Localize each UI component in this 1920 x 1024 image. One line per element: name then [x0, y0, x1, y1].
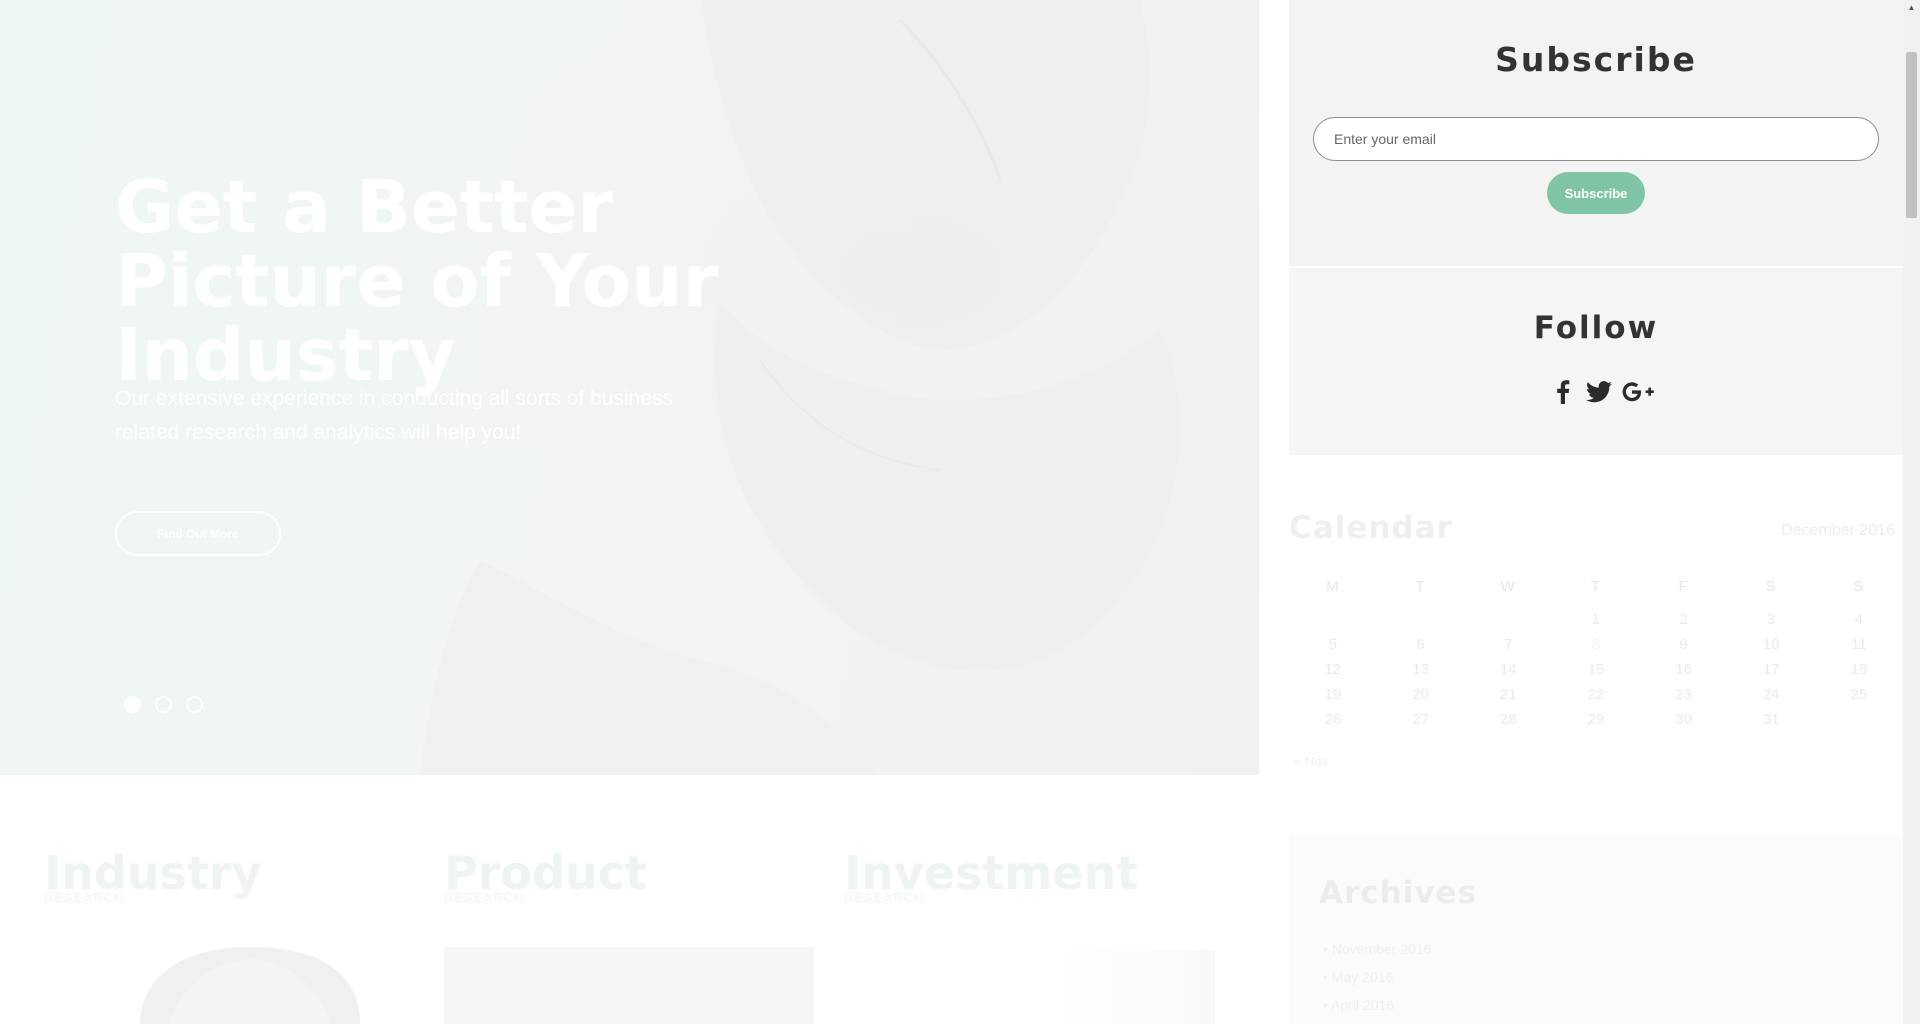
calendar-day: 18 [1850, 661, 1868, 678]
calendar-day: 27 [1412, 711, 1429, 728]
page-scrollbar[interactable]: ▲ [1903, 0, 1920, 1024]
weekday-label: T [1415, 578, 1426, 595]
calendar-day: 28 [1499, 711, 1517, 728]
industry-research-card[interactable]: Industry RESEARCH [44, 848, 262, 905]
product-card-image [444, 947, 814, 1024]
calendar-day [1289, 607, 1377, 632]
weekday-label: T [1590, 578, 1601, 595]
calendar-day: 22 [1587, 686, 1605, 703]
calendar-week-row: 1 2 3 4 [1289, 607, 1903, 632]
weekday-label: M [1326, 578, 1340, 595]
calendar-grid: M T W T F S S 1 2 3 4 5 6 7 8 9 10 11 12… [1289, 574, 1903, 732]
follow-title: Follow [1533, 310, 1659, 346]
archives-list: • November 2016 • May 2016 • April 2016 [1323, 935, 1431, 1019]
calendar-day: 31 [1762, 711, 1780, 728]
investment-card-image [1060, 950, 1215, 1024]
subscribe-widget: Subscribe Subscribe [1289, 0, 1903, 266]
calendar-day: 20 [1412, 686, 1429, 703]
calendar-day: 19 [1324, 686, 1342, 703]
slider-pagination [124, 696, 203, 713]
hero-slider: Get a Better Picture of Your Industry Ou… [0, 0, 1259, 775]
calendar-month: December 2016 [1781, 522, 1895, 539]
calendar-day [1464, 607, 1552, 632]
calendar-day: 23 [1675, 686, 1692, 703]
slide-dot-3[interactable] [186, 696, 203, 713]
weekday-label: S [1765, 578, 1777, 595]
archives-widget: Archives • November 2016 • May 2016 • Ap… [1289, 835, 1903, 1024]
product-research-card[interactable]: Product RESEARCH [444, 848, 647, 905]
weekday-label: S [1853, 578, 1865, 595]
hero-title: Get a Better Picture of Your Industry [115, 165, 718, 397]
facebook-icon[interactable] [1549, 378, 1577, 406]
page: Get a Better Picture of Your Industry Ou… [0, 0, 1920, 1024]
weekday-label: F [1678, 578, 1689, 595]
calendar-day: 29 [1587, 711, 1605, 728]
calendar-day-today: 8 [1591, 636, 1601, 653]
calendar-day: 5 [1328, 636, 1338, 653]
subscribe-button[interactable]: Subscribe [1547, 172, 1645, 214]
calendar-day: 3 [1767, 611, 1776, 628]
calendar-day: 10 [1762, 636, 1780, 653]
calendar-day: 24 [1762, 686, 1780, 703]
calendar-week-row: 12 13 14 15 16 17 18 [1289, 657, 1903, 682]
calendar-week-row: 26 27 28 29 30 31 [1289, 707, 1903, 732]
calendar-day: 11 [1851, 636, 1867, 653]
calendar-week-row: 5 6 7 8 9 10 11 [1289, 632, 1903, 657]
slide-dot-1[interactable] [124, 696, 141, 713]
calendar-day [1815, 707, 1903, 732]
calendar-day: 2 [1679, 611, 1688, 628]
calendar-day [1377, 607, 1465, 632]
calendar-day: 6 [1416, 636, 1425, 653]
calendar-day: 12 [1324, 661, 1342, 678]
calendar-title: Calendar [1289, 510, 1453, 546]
follow-widget: Follow [1289, 268, 1903, 455]
calendar-weekday-row: M T W T F S S [1289, 574, 1903, 599]
calendar-day: 14 [1499, 661, 1517, 678]
archive-link-label: November 2016 [1331, 941, 1432, 957]
calendar-prev-month-link[interactable]: « Nov [1294, 754, 1328, 769]
calendar-week-row: 19 20 21 22 23 24 25 [1289, 682, 1903, 707]
calendar-day: 30 [1675, 711, 1692, 728]
calendar-day: 4 [1854, 611, 1864, 628]
archive-link-label: May 2016 [1331, 969, 1394, 985]
twitter-icon[interactable] [1585, 378, 1613, 406]
scroll-up-arrow-icon[interactable]: ▲ [1903, 0, 1920, 14]
archives-title: Archives [1319, 875, 1478, 911]
calendar-day: 13 [1412, 661, 1429, 678]
hero-subtitle: Our extensive experience in conducting a… [115, 387, 673, 444]
archive-link[interactable]: • April 2016 [1323, 991, 1431, 1019]
archive-link[interactable]: • November 2016 [1323, 935, 1431, 963]
calendar-day: 9 [1679, 636, 1688, 653]
calendar-day: 7 [1504, 636, 1513, 653]
weekday-label: W [1500, 578, 1516, 595]
investment-research-card[interactable]: Investment RESEARCH [844, 848, 1138, 905]
slide-dot-2[interactable] [155, 696, 172, 713]
calendar-day: 1 [1591, 611, 1601, 628]
calendar-day: 17 [1762, 661, 1780, 678]
social-links [1549, 378, 1655, 406]
calendar-day: 15 [1587, 661, 1605, 678]
archive-link-label: April 2016 [1331, 997, 1395, 1013]
industry-card-image [140, 947, 360, 1024]
calendar-day: 21 [1499, 686, 1517, 703]
calendar-day: 16 [1675, 661, 1692, 678]
sidebar: Subscribe Subscribe Follow Calendar Dece… [1289, 0, 1903, 1024]
email-field[interactable] [1313, 117, 1879, 161]
google-plus-icon[interactable] [1621, 378, 1655, 406]
archive-link[interactable]: • May 2016 [1323, 963, 1431, 991]
subscribe-title: Subscribe [1495, 40, 1697, 79]
calendar-day: 26 [1324, 711, 1342, 728]
find-out-more-button[interactable]: Find Out More [115, 511, 281, 556]
scrollbar-thumb[interactable] [1906, 52, 1917, 218]
calendar-day: 25 [1850, 686, 1868, 703]
